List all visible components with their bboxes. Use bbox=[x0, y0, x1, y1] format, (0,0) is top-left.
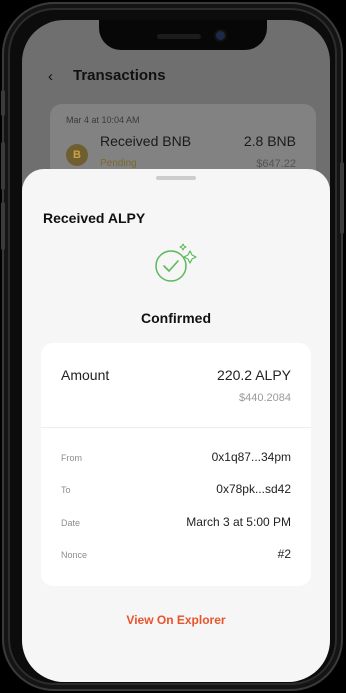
mute-switch bbox=[1, 90, 5, 116]
transaction-amount: 2.8 BNB bbox=[243, 133, 296, 149]
status-label: Confirmed bbox=[141, 310, 211, 326]
sheet-drag-handle[interactable] bbox=[156, 176, 196, 180]
volume-down-button bbox=[1, 202, 5, 250]
front-camera bbox=[216, 31, 225, 40]
transaction-date: Mar 4 at 10:04 AM bbox=[66, 115, 140, 125]
transaction-name: Received BNB bbox=[100, 133, 192, 149]
page-title: Transactions bbox=[73, 67, 166, 84]
transactions-header: ‹ Transactions bbox=[22, 64, 330, 88]
check-sparkle-icon bbox=[155, 243, 197, 282]
phone-screen: ‹ Transactions Mar 4 at 10:04 AM B Recei… bbox=[22, 20, 330, 682]
transaction-detail-sheet: Received ALPY Confirmed Amount 220.2 ALP… bbox=[22, 169, 330, 682]
volume-up-button bbox=[1, 142, 5, 190]
nonce-label: Nonce bbox=[61, 550, 88, 560]
phone-frame: ‹ Transactions Mar 4 at 10:04 AM B Recei… bbox=[1, 2, 344, 691]
divider bbox=[41, 427, 311, 428]
bnb-coin-icon: B bbox=[66, 144, 88, 166]
sheet-title: Received ALPY bbox=[43, 210, 146, 226]
power-button bbox=[340, 162, 344, 234]
from-label: From bbox=[61, 453, 82, 463]
speaker bbox=[157, 34, 201, 39]
detail-card: Amount 220.2 ALPY $440.2084 From 0x1q87.… bbox=[41, 343, 311, 586]
view-on-explorer-link[interactable]: View On Explorer bbox=[22, 613, 330, 627]
amount-label: Amount bbox=[61, 367, 110, 383]
nonce-value: #2 bbox=[277, 547, 291, 561]
from-address[interactable]: 0x1q87...34pm bbox=[212, 450, 291, 464]
date-label: Date bbox=[61, 518, 81, 528]
amount-fiat: $440.2084 bbox=[239, 392, 291, 404]
chevron-left-icon[interactable]: ‹ bbox=[48, 68, 53, 85]
to-address[interactable]: 0x78pk...sd42 bbox=[216, 482, 291, 496]
to-label: To bbox=[61, 485, 71, 495]
date-value: March 3 at 5:00 PM bbox=[186, 515, 291, 529]
amount-value: 220.2 ALPY bbox=[217, 367, 291, 383]
transaction-status: Pending bbox=[100, 158, 137, 169]
notch bbox=[99, 20, 267, 50]
